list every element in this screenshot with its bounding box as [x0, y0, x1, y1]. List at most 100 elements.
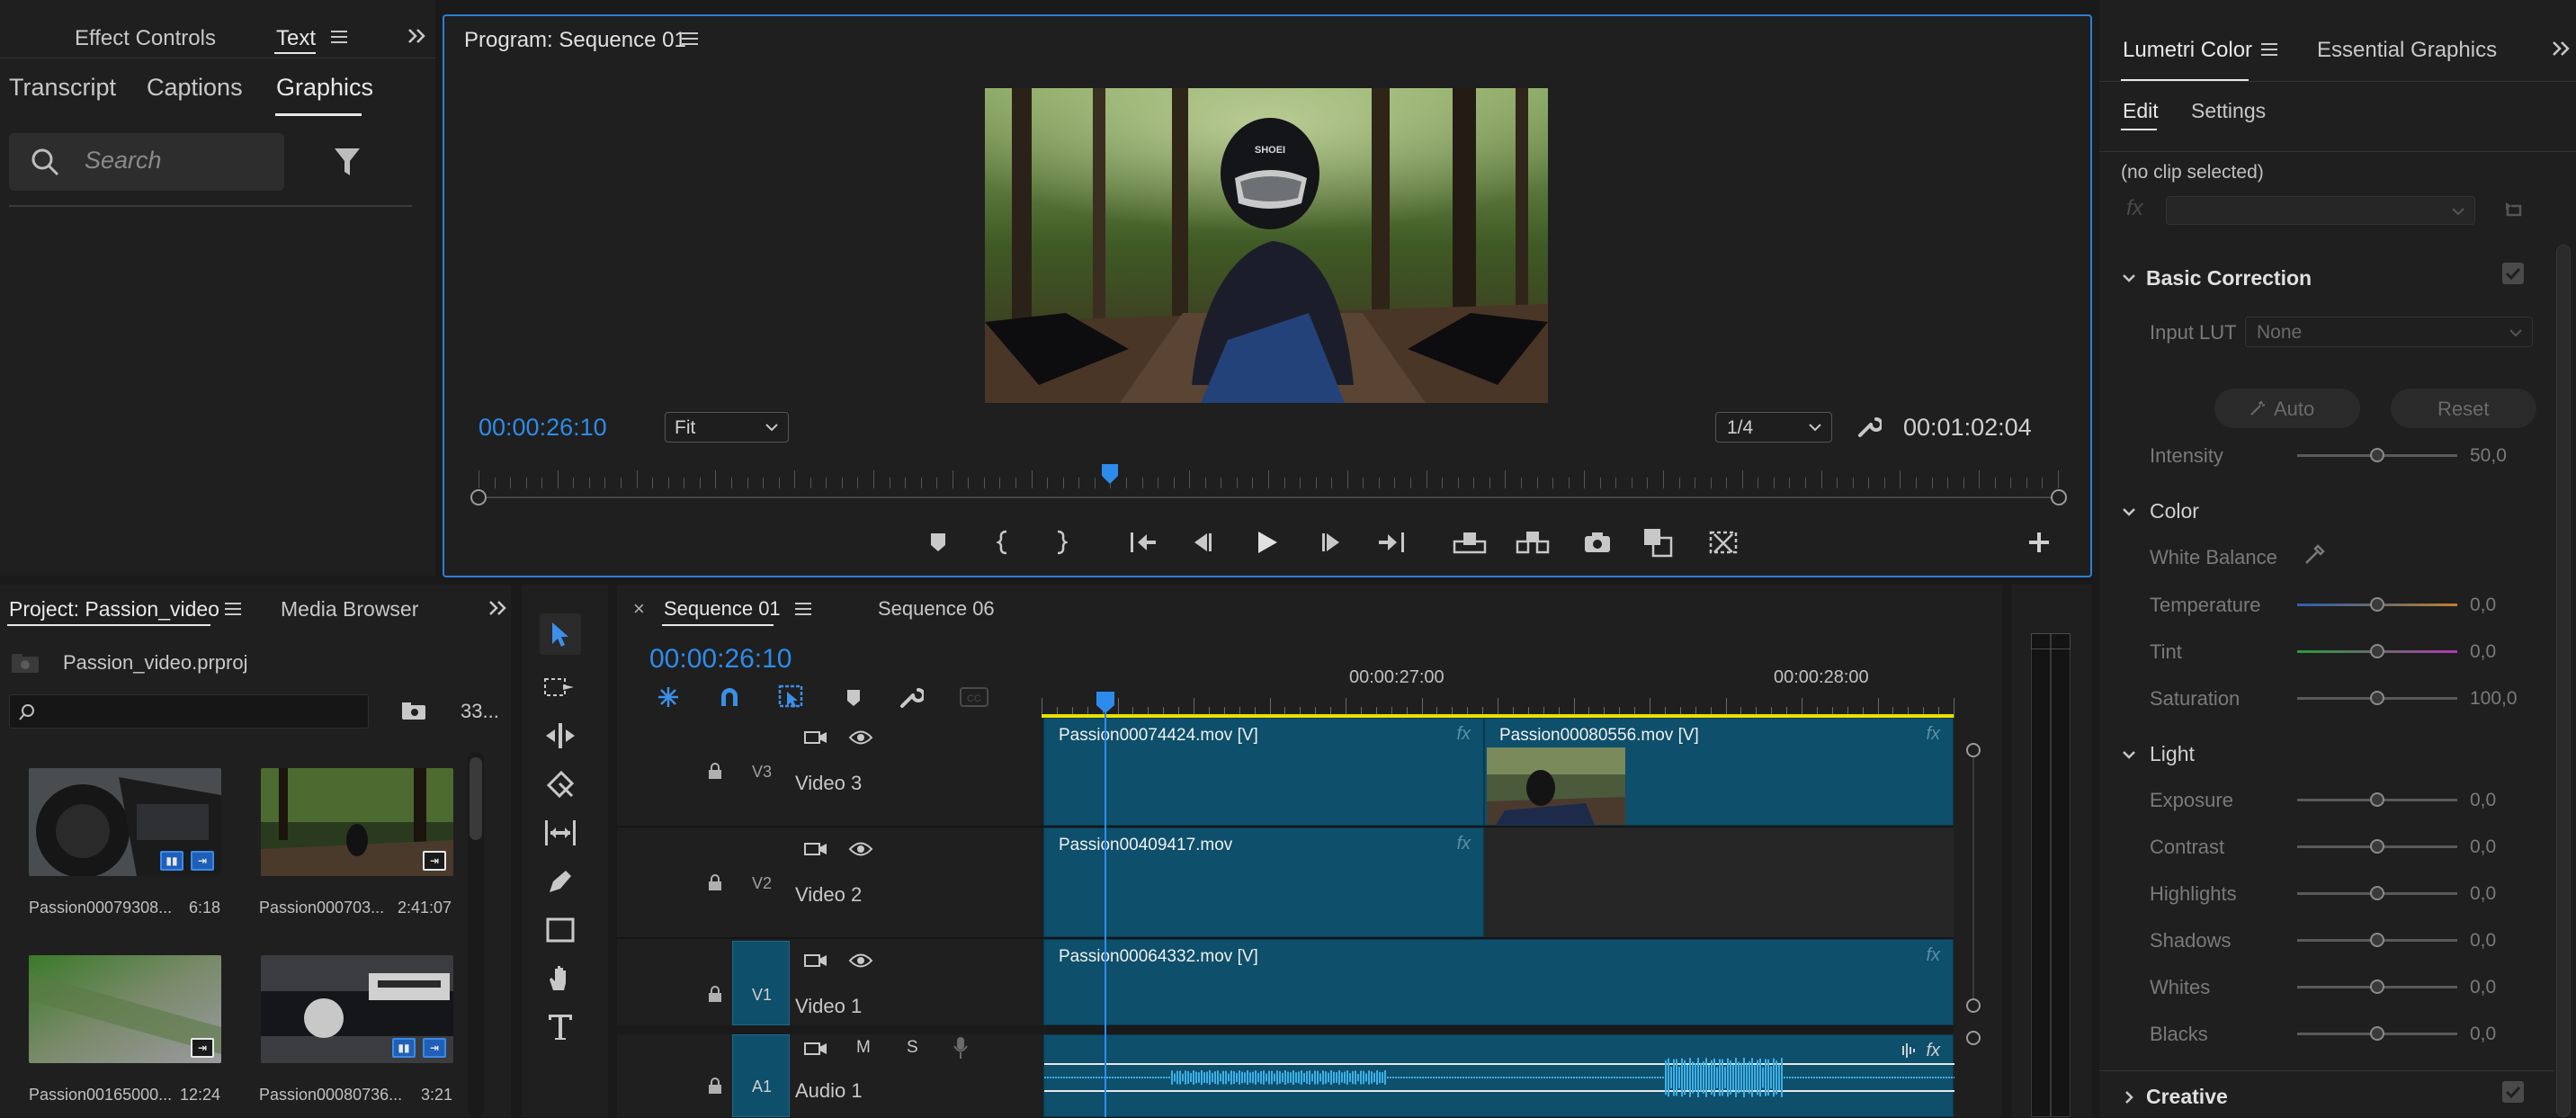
microphone-icon[interactable]: [950, 1034, 971, 1061]
track-scroll-handle[interactable]: [1966, 998, 1981, 1013]
add-button-icon[interactable]: [2024, 527, 2054, 558]
go-to-out-icon[interactable]: [1376, 529, 1407, 556]
track-scroll-handle[interactable]: [1966, 743, 1981, 757]
audio-clip[interactable]: fx: [1043, 1034, 1954, 1117]
tab-lumetri-color[interactable]: Lumetri Color: [2123, 38, 2252, 63]
search-input[interactable]: Search: [85, 147, 162, 174]
captions-icon[interactable]: CC: [959, 685, 989, 709]
input-lut-select[interactable]: None: [2245, 317, 2533, 347]
insert-icon[interactable]: [1641, 525, 1677, 559]
clip-passion00409417[interactable]: Passion00409417.mov fx: [1043, 827, 1484, 937]
expand-panels-icon[interactable]: [2549, 36, 2574, 61]
tab-project[interactable]: Project: Passion_video: [9, 597, 219, 622]
light-row-value[interactable]: 0,0: [2470, 1024, 2496, 1045]
intensity-value[interactable]: 50,0: [2470, 445, 2507, 467]
light-row-slider-knob[interactable]: [2370, 979, 2384, 994]
filter-icon[interactable]: [331, 144, 363, 180]
light-row-slider-knob[interactable]: [2370, 792, 2384, 807]
light-row-slider-knob[interactable]: [2370, 886, 2384, 900]
chevron-down-icon[interactable]: [2121, 504, 2137, 520]
lumetri-scrollbar[interactable]: [2556, 245, 2571, 1117]
color-row-slider-knob[interactable]: [2370, 644, 2384, 658]
subtab-settings[interactable]: Settings: [2191, 99, 2266, 123]
color-row-value[interactable]: 0,0: [2470, 641, 2496, 663]
chevron-right-icon[interactable]: [2121, 1089, 2137, 1105]
mark-out-icon[interactable]: [1051, 527, 1072, 558]
scrubber-start-handle[interactable]: [470, 489, 487, 505]
wrench-icon[interactable]: [1855, 412, 1883, 441]
razor-tool-icon[interactable]: [541, 766, 579, 802]
project-item-name[interactable]: Passion00165000...: [29, 1086, 172, 1105]
color-section-heading[interactable]: Color: [2150, 499, 2199, 523]
slip-tool-icon[interactable]: [541, 815, 579, 851]
add-marker-icon[interactable]: [842, 685, 865, 711]
expand-panels-icon[interactable]: [486, 595, 511, 621]
tab-text[interactable]: Text: [276, 26, 316, 51]
reset-icon[interactable]: [2500, 196, 2527, 223]
project-item-thumbnail[interactable]: ⇥: [261, 768, 453, 876]
lumetri-menu-icon[interactable]: [2259, 40, 2279, 59]
tab-sequence-01[interactable]: Sequence 01: [664, 597, 781, 621]
color-row-slider-knob[interactable]: [2370, 691, 2384, 705]
timeline-ruler[interactable]: 00:00:27:00 00:00:28:00: [1042, 666, 1954, 718]
color-row-slider-knob[interactable]: [2370, 597, 2384, 612]
clip-select[interactable]: [2166, 196, 2475, 225]
chevron-down-icon[interactable]: [2121, 747, 2137, 763]
program-current-timecode[interactable]: 00:00:26:10: [479, 414, 607, 442]
graphics-search-box[interactable]: Search: [9, 133, 284, 191]
timeline-settings-icon[interactable]: [898, 684, 925, 711]
color-row-value[interactable]: 0,0: [2470, 595, 2496, 616]
step-back-icon[interactable]: [1189, 529, 1216, 556]
lift-icon[interactable]: [1452, 527, 1488, 558]
creative-section-heading[interactable]: Creative: [2146, 1085, 2228, 1109]
lock-icon[interactable]: [705, 761, 725, 781]
v2-empty-area[interactable]: [1484, 827, 1954, 937]
pen-tool-icon[interactable]: [541, 863, 579, 899]
play-icon[interactable]: [1252, 527, 1283, 558]
magnet-icon[interactable]: [716, 684, 743, 711]
go-to-in-icon[interactable]: [1128, 529, 1158, 556]
track-select-tool-icon[interactable]: [541, 669, 579, 705]
tab-essential-graphics[interactable]: Essential Graphics: [2317, 38, 2497, 63]
track-name-video-1[interactable]: Video 1: [795, 995, 862, 1018]
fit-select[interactable]: Fit: [665, 412, 789, 443]
track-name-audio-1[interactable]: Audio 1: [795, 1079, 863, 1103]
toggle-sync-lock-icon[interactable]: [802, 950, 829, 971]
light-row-value[interactable]: 0,0: [2470, 790, 2496, 811]
linked-selection-icon[interactable]: [777, 684, 806, 711]
lock-icon[interactable]: [705, 984, 725, 1004]
scrubber-end-handle[interactable]: [2051, 489, 2067, 505]
toggle-sync-lock-icon[interactable]: [802, 838, 829, 860]
light-row-value[interactable]: 0,0: [2470, 836, 2496, 858]
tab-sequence-06[interactable]: Sequence 06: [878, 597, 995, 621]
timeline-menu-icon[interactable]: [793, 599, 813, 619]
light-row-value[interactable]: 0,0: [2470, 930, 2496, 952]
mute-button[interactable]: M: [856, 1038, 871, 1058]
basic-correction-heading[interactable]: Basic Correction: [2146, 266, 2312, 291]
subtab-transcript[interactable]: Transcript: [9, 74, 116, 102]
find-bin-icon[interactable]: [399, 698, 428, 725]
light-row-slider-knob[interactable]: [2370, 1026, 2384, 1041]
resolution-select[interactable]: 1/4: [1715, 412, 1832, 443]
close-sequence-icon[interactable]: ×: [633, 597, 645, 621]
program-playhead[interactable]: [1101, 463, 1119, 485]
type-tool-icon[interactable]: [541, 1009, 579, 1045]
snap-icon[interactable]: [655, 684, 682, 711]
clip-passion00074424[interactable]: Passion00074424.mov [V] fx: [1043, 718, 1484, 826]
project-item-name[interactable]: Passion000703...: [259, 899, 384, 917]
timeline-timecode[interactable]: 00:00:26:10: [649, 644, 792, 675]
project-search-input[interactable]: [9, 694, 369, 729]
subtab-graphics[interactable]: Graphics: [276, 74, 373, 102]
rectangle-tool-icon[interactable]: [541, 912, 579, 948]
source-patch-v1[interactable]: [732, 941, 790, 1025]
lock-icon[interactable]: [705, 1076, 725, 1096]
camera-icon[interactable]: [1581, 527, 1614, 558]
audio-scroll-handle[interactable]: [1966, 1031, 1981, 1045]
tab-effect-controls[interactable]: Effect Controls: [75, 26, 216, 51]
subtab-edit[interactable]: Edit: [2123, 99, 2159, 123]
color-row-value[interactable]: 100,0: [2470, 688, 2518, 710]
clip-passion00064332[interactable]: Passion00064332.mov [V] fx: [1043, 939, 1954, 1025]
lock-icon[interactable]: [705, 872, 725, 892]
clip-passion00080556[interactable]: Passion00080556.mov [V] fx: [1484, 718, 1954, 826]
project-item-thumbnail[interactable]: ▮▮ ⇥: [261, 955, 453, 1063]
